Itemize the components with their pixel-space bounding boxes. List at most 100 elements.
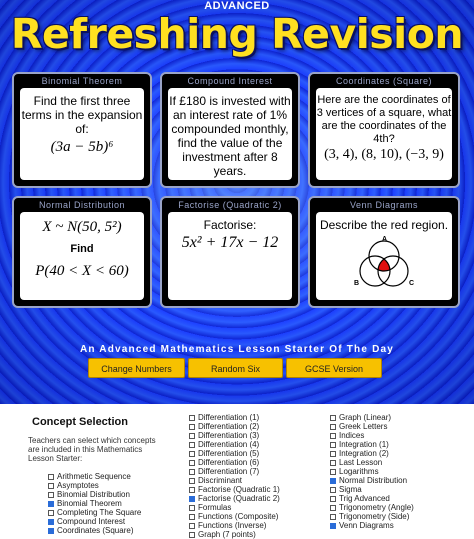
random-six-button[interactable]: Random Six (188, 358, 283, 378)
concept-checkbox[interactable] (189, 424, 195, 430)
concept-option[interactable]: Differentiation (3) (189, 431, 280, 440)
concept-option[interactable]: Differentiation (2) (189, 422, 280, 431)
card-text: Find the first three terms in the expans… (21, 94, 143, 136)
concept-option[interactable]: Formulas (189, 503, 280, 512)
concept-option[interactable]: Trig Advanced (330, 494, 414, 503)
card-body: Here are the coordinates of 3 vertices o… (316, 88, 452, 180)
concept-option[interactable]: Functions (Inverse) (189, 521, 280, 530)
card-find-label: Find (70, 243, 94, 255)
concept-checkbox[interactable] (189, 523, 195, 529)
concept-checkbox[interactable] (189, 460, 195, 466)
concept-option[interactable]: Functions (Composite) (189, 512, 280, 521)
concept-option[interactable]: Differentiation (1) (189, 413, 280, 422)
concept-checkbox[interactable] (189, 451, 195, 457)
concept-option[interactable]: Last Lesson (330, 458, 414, 467)
venn-diagram: A B C (354, 236, 414, 287)
concept-checkbox[interactable] (48, 510, 54, 516)
concept-option[interactable]: Asymptotes (48, 481, 141, 490)
concept-option[interactable]: Sigma (330, 485, 414, 494)
card-math: (3a − 5b)⁶ (50, 139, 114, 155)
concept-option[interactable]: Graph (7 points) (189, 530, 280, 539)
concept-option[interactable]: Factorise (Quadratic 1) (189, 485, 280, 494)
concept-checkbox[interactable] (189, 532, 195, 538)
concept-option[interactable]: Completing The Square (48, 508, 141, 517)
concept-option[interactable]: Factorise (Quadratic 2) (189, 494, 280, 503)
concept-label: Sigma (339, 485, 362, 494)
change-numbers-button[interactable]: Change Numbers (88, 358, 185, 378)
concept-option[interactable]: Logarithms (330, 467, 414, 476)
concept-checkbox[interactable] (189, 514, 195, 520)
concept-option[interactable]: Graph (Linear) (330, 413, 414, 422)
card-math-2: P(40 < X < 60) (35, 263, 129, 279)
concept-checkbox[interactable] (189, 442, 195, 448)
gcse-version-button[interactable]: GCSE Version (286, 358, 382, 378)
concept-label: Trigonometry (Angle) (339, 503, 414, 512)
concept-option[interactable]: Trigonometry (Angle) (330, 503, 414, 512)
concept-checkbox[interactable] (189, 415, 195, 421)
concept-label: Discriminant (198, 476, 243, 485)
concept-checkbox[interactable] (48, 501, 54, 507)
concept-selection-description: Teachers can select which concepts are i… (28, 436, 156, 463)
concept-checkbox[interactable] (330, 451, 336, 457)
question-card-factorise[interactable]: Factorise (Quadratic 2) Factorise: 5x² +… (160, 196, 300, 308)
concept-option[interactable]: Differentiation (6) (189, 458, 280, 467)
concept-option[interactable]: Integration (2) (330, 449, 414, 458)
concept-checkbox[interactable] (330, 478, 336, 484)
hero-banner: ADVANCED Refreshing Revision Binomial Th… (0, 0, 474, 404)
concept-checkbox[interactable] (189, 469, 195, 475)
concept-checkbox[interactable] (48, 483, 54, 489)
card-text: Here are the coordinates of 3 vertices o… (316, 94, 452, 145)
concept-label: Differentiation (4) (198, 440, 260, 449)
concept-label: Binomial Distribution (57, 490, 130, 499)
concept-checkbox[interactable] (189, 505, 195, 511)
concept-option[interactable]: Differentiation (5) (189, 449, 280, 458)
concept-checkbox[interactable] (330, 415, 336, 421)
concept-checkbox[interactable] (48, 528, 54, 534)
concept-checkbox[interactable] (189, 478, 195, 484)
concept-label: Functions (Inverse) (198, 521, 267, 530)
concept-option[interactable]: Binomial Theorem (48, 499, 141, 508)
question-card-binomial[interactable]: Binomial Theorem Find the first three te… (12, 72, 152, 188)
concept-checkbox[interactable] (48, 519, 54, 525)
question-card-normal-distribution[interactable]: Normal Distribution X ~ N(50, 5²) Find P… (12, 196, 152, 308)
concept-checkbox[interactable] (48, 492, 54, 498)
concept-checkbox[interactable] (330, 442, 336, 448)
concept-checkbox[interactable] (189, 487, 195, 493)
concept-checkbox[interactable] (330, 523, 336, 529)
concept-label: Normal Distribution (339, 476, 408, 485)
concept-option[interactable]: Coordinates (Square) (48, 526, 141, 535)
concept-column-2: Differentiation (1) Differentiation (2) Di… (189, 413, 280, 539)
concept-checkbox[interactable] (330, 460, 336, 466)
concept-checkbox[interactable] (330, 514, 336, 520)
concept-column-1: Arithmetic Sequence Asymptotes Binomial Di… (48, 472, 141, 535)
concept-checkbox[interactable] (330, 505, 336, 511)
concept-option[interactable]: Greek Letters (330, 422, 414, 431)
concept-label: Compound Interest (57, 517, 126, 526)
concept-option[interactable]: Indices (330, 431, 414, 440)
concept-checkbox[interactable] (330, 469, 336, 475)
concept-label: Greek Letters (339, 422, 388, 431)
concept-option[interactable]: Differentiation (7) (189, 467, 280, 476)
card-heading: Compound Interest (187, 76, 273, 86)
concept-checkbox[interactable] (189, 433, 195, 439)
concept-option[interactable]: Arithmetic Sequence (48, 472, 141, 481)
concept-option[interactable]: Normal Distribution (330, 476, 414, 485)
concept-option[interactable]: Binomial Distribution (48, 490, 141, 499)
concept-option[interactable]: Discriminant (189, 476, 280, 485)
concept-checkbox[interactable] (330, 487, 336, 493)
concept-option[interactable]: Compound Interest (48, 517, 141, 526)
card-text: Factorise: (203, 218, 257, 232)
concept-label: Functions (Composite) (198, 512, 279, 521)
concept-checkbox[interactable] (330, 424, 336, 430)
question-card-compound-interest[interactable]: Compound Interest If £180 is invested wi… (160, 72, 300, 188)
question-card-coordinates[interactable]: Coordinates (Square) Here are the coordi… (308, 72, 460, 188)
concept-option[interactable]: Differentiation (4) (189, 440, 280, 449)
question-card-venn[interactable]: Venn Diagrams Describe the red region. A… (308, 196, 460, 308)
concept-option[interactable]: Trigonometry (Side) (330, 512, 414, 521)
concept-option[interactable]: Venn Diagrams (330, 521, 414, 530)
concept-option[interactable]: Integration (1) (330, 440, 414, 449)
concept-checkbox[interactable] (189, 496, 195, 502)
concept-checkbox[interactable] (330, 496, 336, 502)
concept-checkbox[interactable] (48, 474, 54, 480)
concept-checkbox[interactable] (330, 433, 336, 439)
